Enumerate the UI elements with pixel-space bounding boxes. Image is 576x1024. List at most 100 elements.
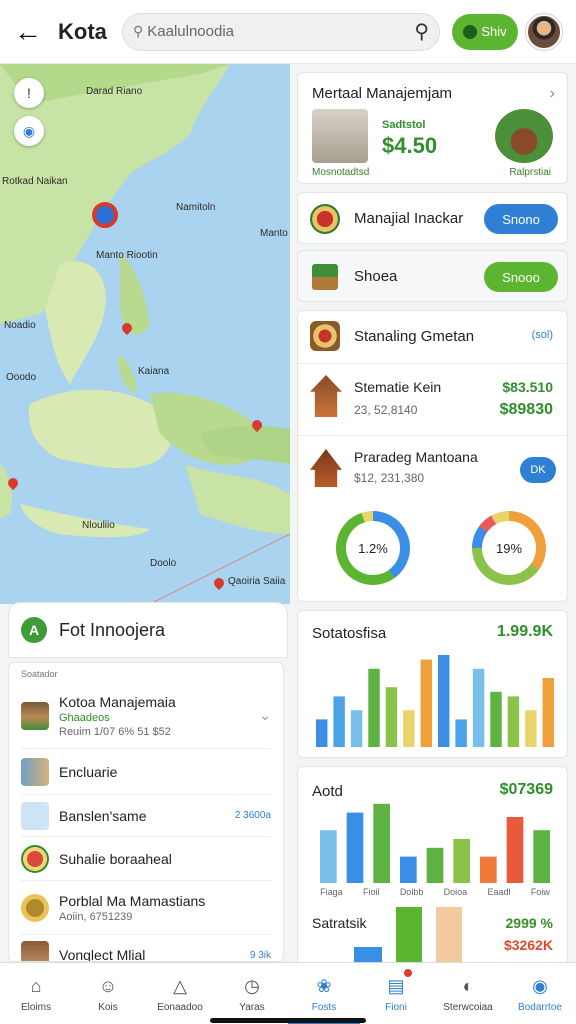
featured-right-caption: Ralprstiai: [509, 167, 551, 178]
list-item[interactable]: Kotoa Manajemaia Ghaadeos Reuim 1/07 6% …: [21, 683, 271, 749]
building-icon: [21, 701, 49, 730]
x-tick-label: Eaadl: [487, 887, 511, 897]
place-list: Soatador Kotoa Manajemaia Ghaadeos Reuim…: [8, 662, 284, 962]
map-info-button[interactable]: !: [14, 78, 44, 108]
list-item-label: Banslen'same: [59, 807, 147, 824]
aotd-bottom-value1: 2999 %: [505, 915, 553, 931]
header-action-button[interactable]: Shiv: [452, 13, 518, 50]
tent-icon: △: [173, 975, 187, 996]
globe-icon: ◉: [532, 975, 548, 996]
map-view[interactable]: ! ◉ Darad Riano Rotkad Naikan Namitoln M…: [0, 64, 290, 604]
x-tick-label: Fiaga: [320, 887, 343, 897]
aotd-bottom-title: Satratsik: [312, 915, 367, 931]
list-item-sub: Aoiin, 6751239: [59, 910, 133, 923]
emblem-icon: [21, 844, 49, 873]
x-tick-label: Foiw: [530, 887, 550, 897]
list-item[interactable]: Vonglect Mlial 9 3ik: [21, 935, 271, 961]
map-land: [0, 64, 290, 604]
paw-icon: ❀: [316, 975, 332, 996]
shoea-card[interactable]: Shoea Snooo: [297, 250, 568, 302]
chart-bar: [542, 678, 554, 747]
list-item[interactable]: Encluarie: [21, 749, 271, 795]
account-icon: [463, 24, 478, 39]
item1-value1: $83.510: [502, 379, 553, 395]
stats-title: Sotatosfisa: [312, 625, 387, 642]
nav-item-notes[interactable]: ▤ Fioni: [360, 963, 432, 1024]
app-root: ← Kota ⚲ ⚲ Shiv ! ◉: [0, 0, 576, 1024]
manage-button[interactable]: Snono: [484, 204, 558, 234]
nav-item-clock[interactable]: ◷ Yaras: [216, 963, 288, 1024]
nav-item-globe[interactable]: ◉ Bodarrtoe: [504, 963, 576, 1024]
map-label: Nlouliio: [82, 520, 115, 531]
house-icon: [310, 375, 342, 417]
search-input[interactable]: [147, 23, 415, 40]
page-title: Kota: [58, 18, 107, 44]
aotd-x-labels: Fiaga Fioil Dolbb Doioa Eaadl Foiw: [310, 887, 560, 897]
emblem-icon: [310, 204, 340, 234]
nav-item-home[interactable]: ⌂ Eloims: [0, 963, 72, 1024]
chart-bar: [506, 817, 524, 883]
chart-bar: [368, 668, 380, 747]
list-item-sub: Ghaadeos: [59, 711, 110, 724]
avatar[interactable]: [526, 13, 562, 50]
item2-badge[interactable]: DK: [520, 457, 556, 483]
list-item-value: 2 3600a: [234, 810, 271, 821]
person-icon: ☺: [98, 975, 118, 996]
donut-chart-1: 1.2%: [336, 511, 410, 585]
back-arrow-icon[interactable]: ←: [4, 8, 52, 56]
city-icon: [21, 757, 49, 786]
standing-title: Stanaling Gmetan: [354, 328, 475, 345]
list-item[interactable]: Banslen'same 2 3600a: [21, 795, 271, 837]
map-label: Doolo: [150, 558, 177, 569]
aotd-card: Aotd $07369 Fiaga Fioil Dolbb Doioa Eaad…: [297, 766, 568, 966]
featured-price-label: Sadtstol: [382, 119, 426, 131]
museum-image-icon: [312, 109, 368, 163]
chevron-down-icon[interactable]: ⌄: [259, 707, 271, 724]
chevron-right-icon[interactable]: ›: [550, 85, 555, 103]
pin-icon: ⚲: [133, 23, 144, 39]
manage-button-label: Snono: [502, 211, 540, 227]
list-item-value: 9 3ik: [249, 949, 271, 961]
chart-bar: [438, 655, 450, 747]
item2-sub: $12, 231,380: [354, 471, 425, 485]
nav-item-gauge[interactable]: ◐ Sterwcoiaa: [432, 963, 504, 1024]
map-label: Noadio: [4, 320, 36, 331]
nav-item-paw[interactable]: ❀ Fosts: [288, 963, 360, 1024]
manage-title: Manajial Inackar: [354, 210, 464, 227]
search-bar[interactable]: ⚲ ⚲: [122, 12, 440, 51]
map-label: Kaiana: [138, 366, 170, 377]
temple-icon: [312, 264, 338, 290]
stats-card: Sotatosfisa 1.99.9K: [297, 610, 568, 758]
chart-bar: [373, 803, 390, 883]
shoea-button[interactable]: Snooo: [484, 262, 558, 292]
featured-card[interactable]: Mertaal Manajemjam › Sadtstol $4.50 Mosn…: [297, 72, 568, 184]
featured-left-caption: Mosnotadtsd: [312, 167, 370, 178]
list-item[interactable]: Suhalie boraaheal: [21, 837, 271, 881]
chart-bar: [426, 847, 444, 883]
search-icon[interactable]: ⚲: [414, 19, 429, 44]
manage-card[interactable]: Manajial Inackar Snono: [297, 192, 568, 244]
aotd-bottom-value2: $3262K: [503, 937, 553, 953]
chart-bar: [480, 856, 497, 883]
divider: [298, 363, 569, 364]
chart-bar: [346, 812, 364, 883]
stats-bar-chart: [316, 655, 554, 747]
donut-1-label: 1.2%: [346, 521, 400, 575]
panel-header[interactable]: A Fot Innoojera: [8, 602, 288, 658]
partial-bar: [354, 947, 382, 963]
chart-bar: [525, 710, 537, 747]
partial-bar: [436, 907, 462, 963]
nav-label: Bodarrtoe: [518, 1002, 562, 1013]
chart-bar: [490, 691, 502, 747]
clock-icon: ◷: [244, 975, 260, 996]
list-item-label: Porblal Ma Mamastians: [59, 892, 206, 909]
nav-item-people[interactable]: ☺ Kois: [72, 963, 144, 1024]
map-layers-button[interactable]: ◉: [14, 116, 44, 146]
nav-label: Kois: [98, 1002, 118, 1013]
list-item-label: Kotoa Manajemaia: [59, 693, 176, 710]
current-location-pin-icon[interactable]: [92, 202, 118, 228]
nav-item-tent[interactable]: △ Eonaadoo: [144, 963, 216, 1024]
list-item[interactable]: Porblal Ma Mamastians Aoiin, 6751239: [21, 881, 271, 935]
standing-tag[interactable]: (sol): [532, 329, 553, 341]
standing-card: Stanaling Gmetan (sol) Stematie Kein 23,…: [297, 310, 569, 602]
